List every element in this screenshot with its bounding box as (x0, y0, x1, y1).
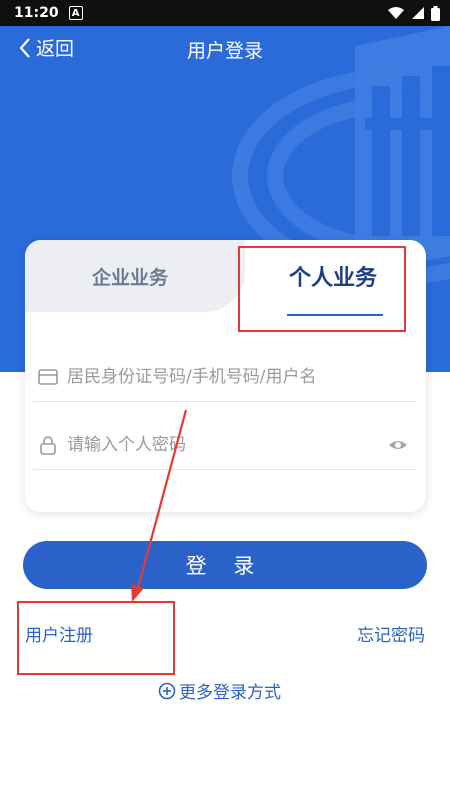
password-field (33, 420, 417, 470)
username-input[interactable] (65, 365, 417, 388)
tab-enterprise[interactable]: 企业业务 (25, 240, 235, 312)
plus-circle-icon (158, 682, 176, 699)
login-button[interactable]: 登 录 (23, 541, 427, 589)
status-time: 11:20 (14, 5, 59, 21)
more-login-label: 更多登录方式 (179, 683, 281, 703)
annotation-box-register (17, 601, 175, 675)
eye-icon[interactable] (387, 434, 409, 456)
username-field (33, 352, 417, 402)
wifi-icon (388, 7, 404, 19)
password-input[interactable] (65, 433, 387, 456)
top-bar: 返回 用户登录 (0, 26, 450, 70)
status-bar: 11:20 A (0, 0, 450, 26)
forgot-password-link[interactable]: 忘记密码 (357, 621, 425, 646)
page-title: 用户登录 (186, 40, 263, 62)
annotation-box-personal-tab (238, 246, 406, 332)
notification-icon: A (68, 6, 83, 20)
more-login-methods[interactable]: 更多登录方式 (158, 678, 281, 703)
battery-icon (431, 5, 440, 21)
id-card-icon (38, 368, 58, 385)
signal-icon (412, 7, 424, 19)
status-icons (387, 5, 440, 21)
lock-icon (40, 435, 56, 455)
